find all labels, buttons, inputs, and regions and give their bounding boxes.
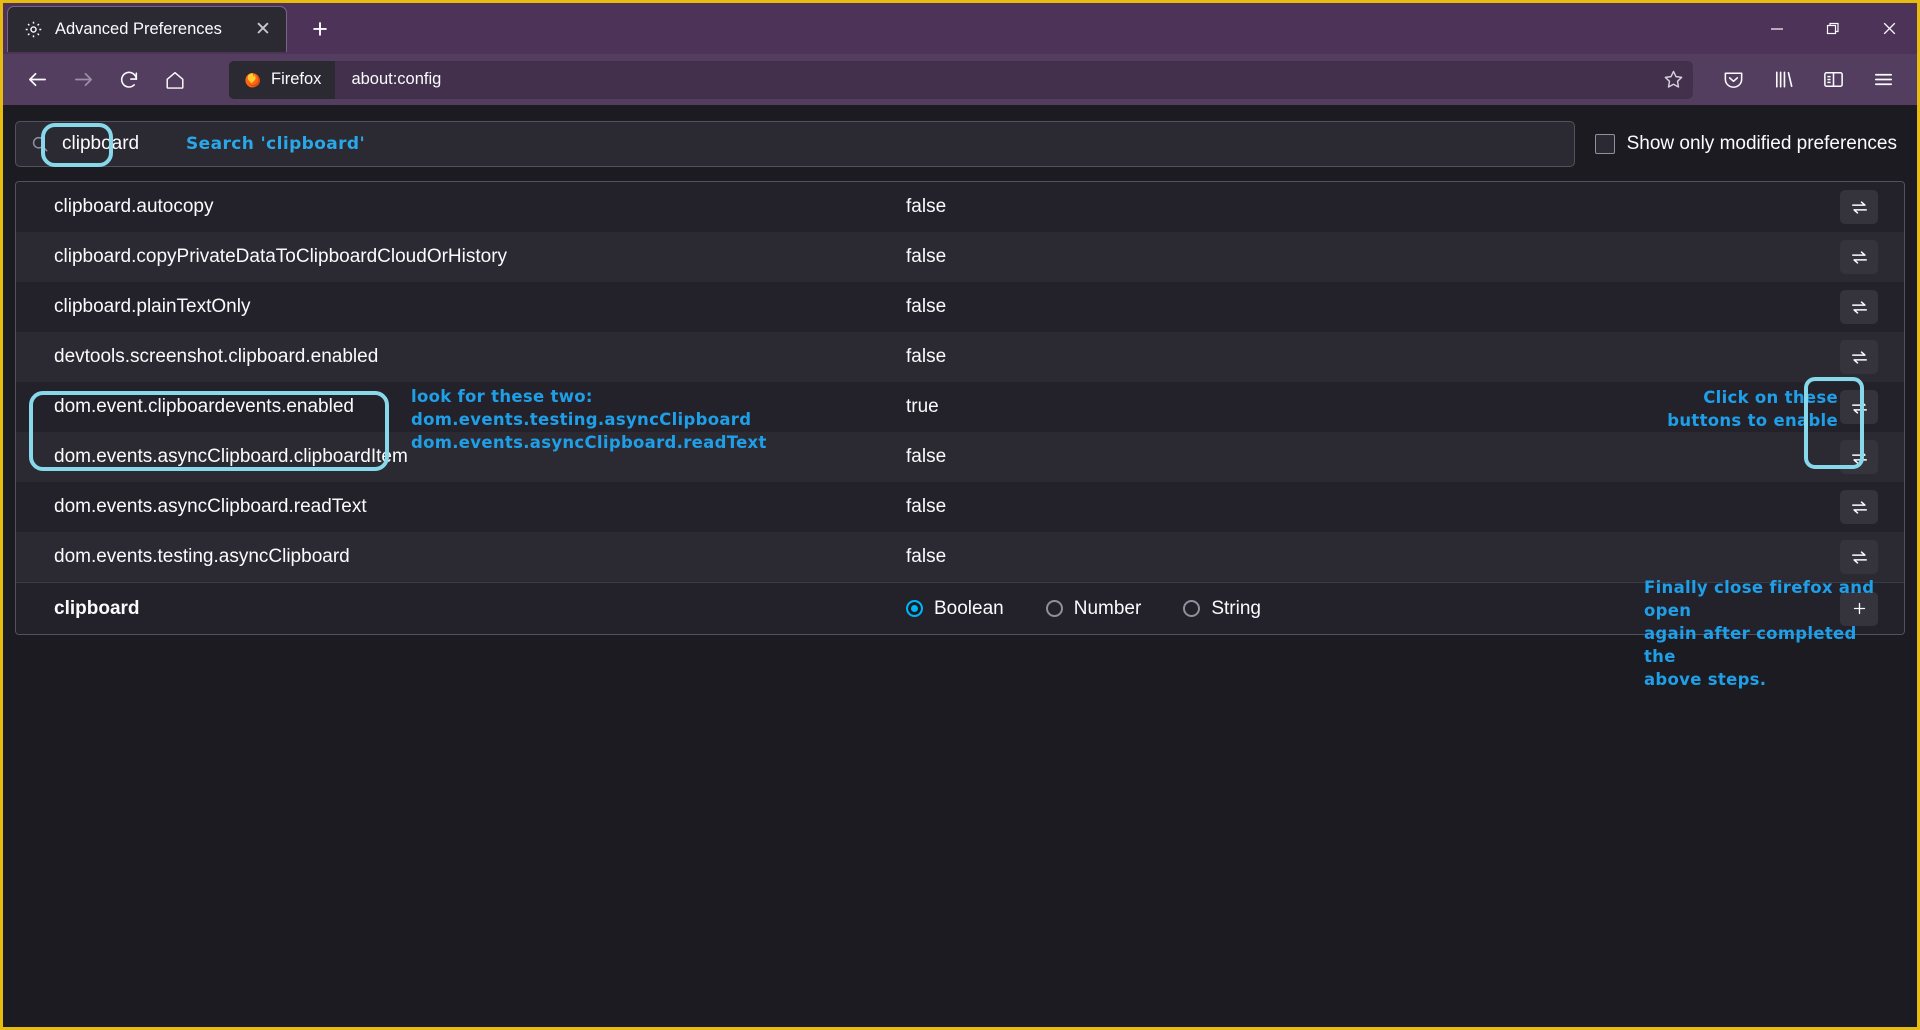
search-icon <box>30 134 50 154</box>
pref-action-cell <box>1814 240 1904 274</box>
toggle-boolean-button[interactable] <box>1840 540 1878 574</box>
toggle-boolean-button[interactable] <box>1840 290 1878 324</box>
pref-action-cell <box>1814 540 1904 574</box>
search-hint-annotation: Search 'clipboard' <box>186 134 365 154</box>
reload-button[interactable] <box>107 61 151 99</box>
pref-name: dom.events.testing.asyncClipboard <box>16 546 906 568</box>
pocket-icon[interactable] <box>1711 61 1755 99</box>
close-icon[interactable] <box>1861 3 1917 54</box>
firefox-logo-icon <box>243 70 262 89</box>
pref-value: false <box>906 446 1814 468</box>
search-row: Search 'clipboard' Show only modified pr… <box>3 105 1917 181</box>
toggle-boolean-button[interactable] <box>1840 490 1878 524</box>
gear-icon <box>24 20 43 39</box>
pref-value: false <box>906 196 1814 218</box>
search-box[interactable]: Search 'clipboard' <box>15 121 1575 167</box>
preferences-table: clipboard.autocopyfalseclipboard.copyPri… <box>15 181 1905 635</box>
add-preference-row: clipboard Boolean Number String <box>16 582 1904 634</box>
annotation-click-buttons-text: Click on these buttons to enable <box>1667 388 1838 430</box>
radio-dot[interactable] <box>906 600 923 617</box>
pref-value: false <box>906 346 1814 368</box>
tab-title: Advanced Preferences <box>55 20 238 39</box>
browser-window: Advanced Preferences ✕ + <box>0 0 1920 1030</box>
radio-string[interactable]: String <box>1183 598 1261 620</box>
restore-icon[interactable] <box>1805 3 1861 54</box>
pref-value: false <box>906 496 1814 518</box>
toggle-boolean-button[interactable] <box>1840 240 1878 274</box>
radio-label: Boolean <box>934 598 1004 620</box>
table-row[interactable]: dom.events.asyncClipboard.readTextfalse <box>16 482 1904 532</box>
search-input[interactable] <box>62 133 162 155</box>
table-row[interactable]: clipboard.copyPrivateDataToClipboardClou… <box>16 232 1904 282</box>
annotation-finally-close-firefox: Finally close firefox and open again aft… <box>1644 576 1884 691</box>
pref-name: dom.events.asyncClipboard.readText <box>16 496 906 518</box>
pref-action-cell <box>1814 440 1904 474</box>
navigation-toolbar: Firefox about:config <box>3 54 1917 105</box>
browser-tab[interactable]: Advanced Preferences ✕ <box>7 6 287 52</box>
bookmark-star-icon[interactable] <box>1662 68 1685 91</box>
annotation-look-for-these-two: look for these two: dom.events.testing.a… <box>411 385 767 454</box>
radio-boolean[interactable]: Boolean <box>906 598 1004 620</box>
identity-box[interactable]: Firefox <box>229 61 335 99</box>
forward-button[interactable] <box>61 61 105 99</box>
preferences-rows: clipboard.autocopyfalseclipboard.copyPri… <box>16 182 1904 582</box>
toggle-boolean-button[interactable] <box>1840 440 1878 474</box>
minimize-icon[interactable] <box>1749 3 1805 54</box>
pref-name: clipboard.autocopy <box>16 196 906 218</box>
url-bar[interactable]: Firefox about:config <box>229 61 1693 99</box>
checkbox-box[interactable] <box>1595 134 1615 154</box>
pref-value: false <box>906 546 1814 568</box>
pref-action-cell <box>1814 290 1904 324</box>
show-modified-checkbox[interactable]: Show only modified preferences <box>1595 133 1897 155</box>
radio-label: Number <box>1074 598 1142 620</box>
pref-name: clipboard.plainTextOnly <box>16 296 906 318</box>
radio-number[interactable]: Number <box>1046 598 1142 620</box>
toggle-boolean-button[interactable] <box>1840 340 1878 374</box>
identity-label: Firefox <box>271 70 321 89</box>
pref-action-cell <box>1814 340 1904 374</box>
menu-icon[interactable] <box>1861 61 1905 99</box>
pref-value: false <box>906 296 1814 318</box>
show-modified-label: Show only modified preferences <box>1627 133 1897 155</box>
annotation-click-buttons: Click on these buttons to enable <box>1644 386 1838 432</box>
url-text[interactable]: about:config <box>351 70 1662 89</box>
table-row[interactable]: dom.event.clipboardevents.enabledtrue <box>16 382 1904 432</box>
pref-action-cell <box>1814 490 1904 524</box>
radio-dot[interactable] <box>1046 600 1063 617</box>
tab-strip: Advanced Preferences ✕ + <box>3 3 1917 54</box>
window-controls <box>1749 3 1917 54</box>
toolbar-right-icons <box>1711 61 1905 99</box>
table-row[interactable]: clipboard.plainTextOnlyfalse <box>16 282 1904 332</box>
close-icon[interactable]: ✕ <box>250 17 276 43</box>
pref-value: false <box>906 246 1814 268</box>
toggle-boolean-button[interactable] <box>1840 190 1878 224</box>
back-button[interactable] <box>15 61 59 99</box>
new-pref-name: clipboard <box>16 598 906 620</box>
table-row[interactable]: devtools.screenshot.clipboard.enabledfal… <box>16 332 1904 382</box>
table-row[interactable]: clipboard.autocopyfalse <box>16 182 1904 232</box>
pref-action-cell <box>1814 190 1904 224</box>
about-config-page: Search 'clipboard' Show only modified pr… <box>3 105 1917 1027</box>
radio-label: String <box>1211 598 1261 620</box>
home-icon[interactable] <box>153 61 197 99</box>
table-row[interactable]: dom.events.asyncClipboard.clipboardItemf… <box>16 432 1904 482</box>
pref-name: clipboard.copyPrivateDataToClipboardClou… <box>16 246 906 268</box>
library-icon[interactable] <box>1761 61 1805 99</box>
radio-dot[interactable] <box>1183 600 1200 617</box>
new-tab-button[interactable]: + <box>303 12 337 46</box>
sidebar-icon[interactable] <box>1811 61 1855 99</box>
table-row[interactable]: dom.events.testing.asyncClipboardfalse <box>16 532 1904 582</box>
toggle-boolean-button[interactable] <box>1840 390 1878 424</box>
pref-name: devtools.screenshot.clipboard.enabled <box>16 346 906 368</box>
